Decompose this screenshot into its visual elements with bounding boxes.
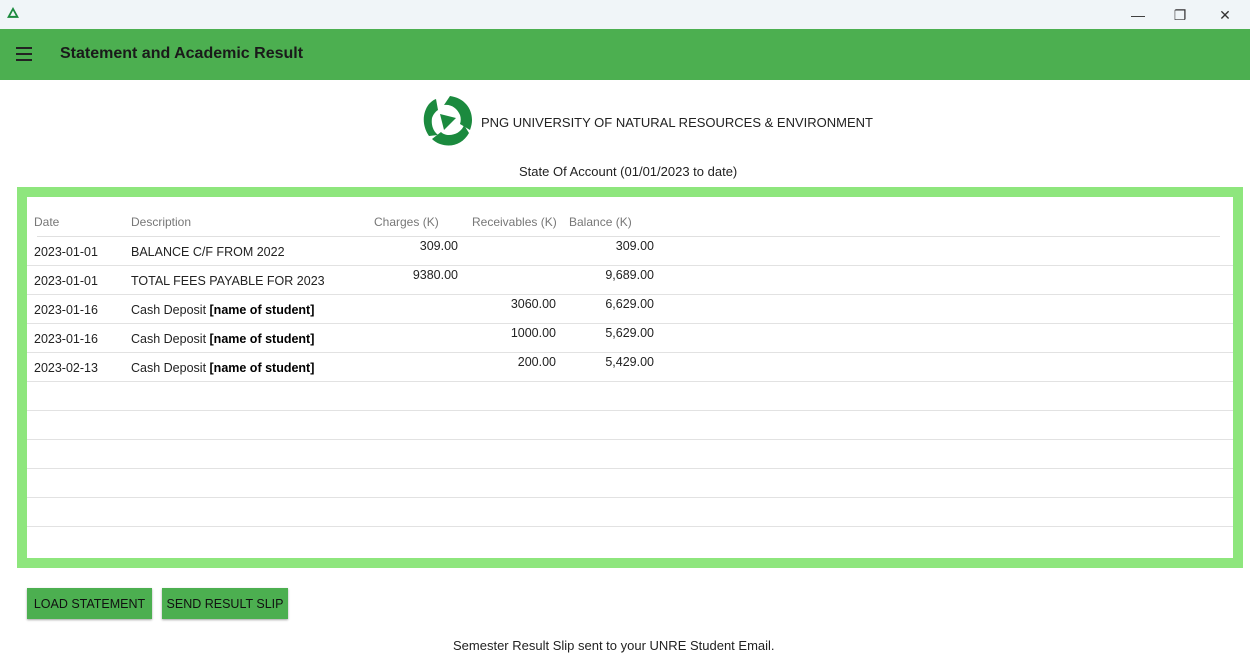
- column-header-description: Description: [131, 215, 192, 229]
- statement-table: Date Description Charges (K) Receivables…: [17, 187, 1243, 568]
- cell-receivables: 200.00: [517, 355, 556, 369]
- empty-row: [27, 469, 1233, 498]
- cell-balance: 5,429.00: [605, 355, 654, 369]
- maximize-button[interactable]: ❐: [1160, 2, 1200, 28]
- close-button[interactable]: ✕: [1205, 2, 1245, 28]
- unre-logo-icon: [7, 7, 19, 18]
- app-bar: Statement and Academic Result: [0, 29, 1250, 80]
- cell-description: Cash Deposit [name of student]: [131, 332, 315, 346]
- status-message: Semester Result Slip sent to your UNRE S…: [453, 638, 775, 653]
- cell-date: 2023-01-01: [34, 245, 98, 259]
- hamburger-icon[interactable]: [16, 47, 32, 61]
- table-row[interactable]: 2023-01-01 BALANCE C/F FROM 2022 309.00 …: [27, 237, 1233, 266]
- table-row[interactable]: 2023-02-13 Cash Deposit [name of student…: [27, 353, 1233, 382]
- app-title: Statement and Academic Result: [60, 45, 304, 62]
- university-name: PNG UNIVERSITY OF NATURAL RESOURCES & EN…: [481, 115, 873, 130]
- empty-row: [27, 498, 1233, 527]
- cell-charges: 9380.00: [412, 268, 458, 282]
- university-logo: [423, 96, 472, 146]
- cell-balance: 5,629.00: [605, 326, 654, 340]
- minimize-button[interactable]: —: [1118, 2, 1158, 28]
- table-row[interactable]: 2023-01-16 Cash Deposit [name of student…: [27, 295, 1233, 324]
- window-titlebar: — ❐ ✕: [0, 0, 1250, 29]
- cell-charges: 309.00: [419, 239, 458, 253]
- cell-date: 2023-01-01: [34, 274, 98, 288]
- empty-row: [27, 440, 1233, 469]
- column-header-balance: Balance (K): [569, 215, 632, 229]
- cell-description: Cash Deposit [name of student]: [131, 361, 315, 375]
- cell-description: TOTAL FEES PAYABLE FOR 2023: [131, 274, 325, 288]
- cell-description: BALANCE C/F FROM 2022: [131, 245, 285, 259]
- cell-balance: 309.00: [615, 239, 654, 253]
- send-result-slip-button[interactable]: SEND RESULT SLIP: [162, 588, 288, 619]
- column-header-charges: Charges (K): [374, 215, 439, 229]
- table-row[interactable]: 2023-01-16 Cash Deposit [name of student…: [27, 324, 1233, 353]
- column-header-date: Date: [34, 215, 60, 229]
- column-header-receivables: Receivables (K): [472, 215, 557, 229]
- cell-balance: 9,689.00: [605, 268, 654, 282]
- cell-balance: 6,629.00: [605, 297, 654, 311]
- empty-row: [27, 411, 1233, 440]
- empty-row: [27, 382, 1233, 411]
- cell-receivables: 3060.00: [510, 297, 556, 311]
- cell-date: 2023-01-16: [34, 303, 98, 317]
- table-row[interactable]: 2023-01-01 TOTAL FEES PAYABLE FOR 2023 9…: [27, 266, 1233, 295]
- statement-title: State Of Account (01/01/2023 to date): [519, 164, 738, 179]
- cell-date: 2023-01-16: [34, 332, 98, 346]
- cell-receivables: 1000.00: [510, 326, 556, 340]
- cell-date: 2023-02-13: [34, 361, 98, 375]
- cell-description: Cash Deposit [name of student]: [131, 303, 315, 317]
- load-statement-button[interactable]: LOAD STATEMENT: [27, 588, 152, 619]
